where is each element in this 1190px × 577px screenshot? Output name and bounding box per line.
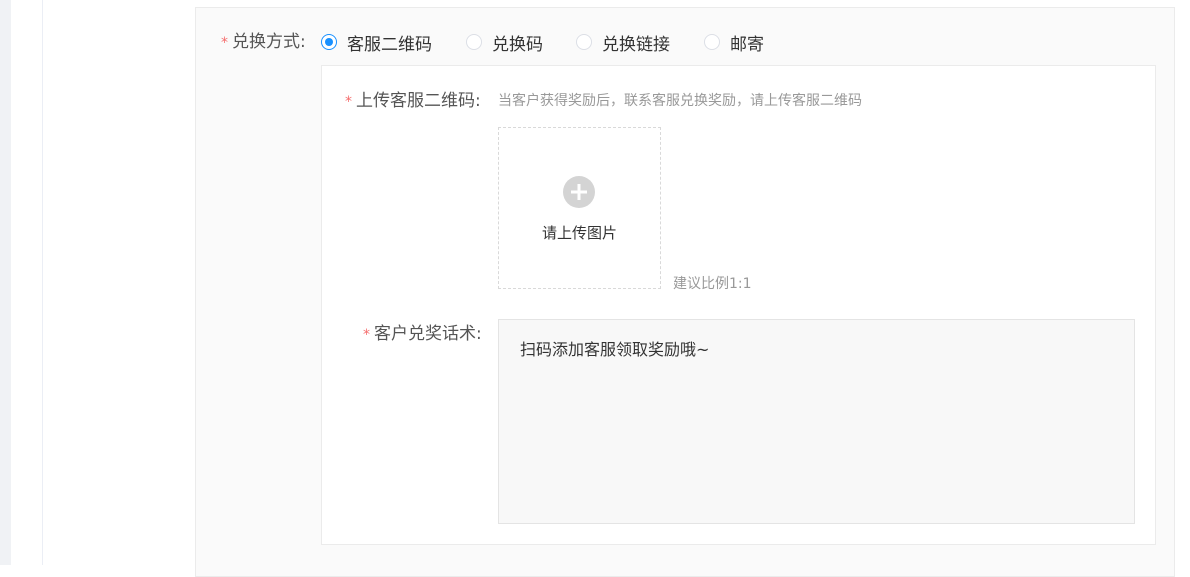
speech-label: * 客户兑奖话术: <box>363 323 482 346</box>
radio-mail[interactable]: 邮寄 <box>704 31 764 55</box>
required-mark: * <box>363 327 370 343</box>
divider <box>42 0 43 565</box>
radio-exchange-link[interactable]: 兑换链接 <box>576 31 670 55</box>
radio-label: 邮寄 <box>730 34 764 55</box>
required-mark: * <box>345 94 352 110</box>
radio-unchecked-icon[interactable] <box>466 34 482 50</box>
left-sidebar-edge <box>0 0 11 565</box>
radio-label: 兑换链接 <box>602 34 670 55</box>
qr-upload-label-text: 上传客服二维码: <box>356 91 481 111</box>
exchange-method-label: * 兑换方式: <box>221 31 306 54</box>
required-mark: * <box>221 35 228 51</box>
image-upload-button[interactable]: 请上传图片 <box>498 127 661 289</box>
radio-exchange-code[interactable]: 兑换码 <box>466 31 543 55</box>
radio-label: 客服二维码 <box>347 34 432 55</box>
ratio-hint: 建议比例1:1 <box>673 276 752 292</box>
exchange-method-label-text: 兑换方式: <box>232 32 306 52</box>
plus-circle-icon <box>563 176 595 208</box>
upload-text: 请上传图片 <box>541 224 617 242</box>
radio-unchecked-icon[interactable] <box>704 34 720 50</box>
speech-textarea[interactable]: 扫码添加客服领取奖励哦~ <box>498 319 1135 524</box>
radio-label: 兑换码 <box>492 34 543 55</box>
radio-checked-icon[interactable] <box>321 34 337 50</box>
qr-upload-hint: 当客户获得奖励后，联系客服兑换奖励，请上传客服二维码 <box>498 93 862 109</box>
radio-unchecked-icon[interactable] <box>576 34 592 50</box>
qr-upload-label: * 上传客服二维码: <box>345 90 481 113</box>
radio-customer-service-qr[interactable]: 客服二维码 <box>321 31 432 55</box>
speech-label-text: 客户兑奖话术: <box>374 324 482 344</box>
